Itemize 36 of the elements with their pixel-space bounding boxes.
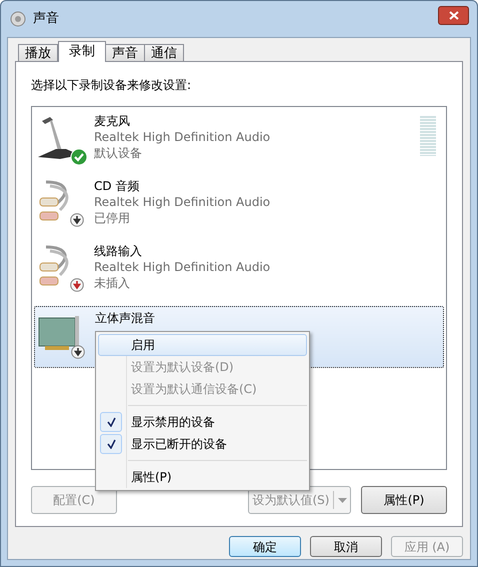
- menu-item[interactable]: 启用: [98, 334, 307, 356]
- tab[interactable]: 录制: [58, 41, 106, 62]
- device-name: CD 音频: [94, 178, 140, 194]
- button[interactable]: 取消: [310, 536, 382, 557]
- device-driver: Realtek High Definition Audio: [94, 129, 270, 145]
- device-status: 默认设备: [94, 145, 143, 161]
- device-status: 已停用: [94, 210, 131, 226]
- dropdown-arrow-icon: [338, 498, 346, 502]
- device-name: 立体声混音: [95, 310, 155, 326]
- down-arrow-badge-icon: [71, 345, 85, 359]
- check-icon: [106, 439, 116, 449]
- tab[interactable]: 通信: [144, 44, 184, 61]
- speaker-icon: [9, 10, 27, 28]
- close-button[interactable]: [438, 6, 469, 24]
- device-name: 麦克风: [94, 113, 131, 129]
- down-arrow-badge-icon: [70, 213, 84, 227]
- window-title: 声音: [33, 10, 59, 28]
- button[interactable]: 属性(P): [361, 486, 447, 514]
- button[interactable]: 确定: [229, 536, 301, 557]
- close-icon: [448, 10, 458, 20]
- device-name: 线路输入: [94, 243, 143, 259]
- device-driver: Realtek High Definition Audio: [94, 259, 270, 275]
- tab[interactable]: 声音: [105, 44, 145, 61]
- tab[interactable]: 播放: [18, 44, 58, 61]
- down-arrow-badge-icon: [70, 278, 84, 292]
- device-driver: Realtek High Definition Audio: [94, 194, 270, 210]
- menu-item[interactable]: 属性(P): [98, 466, 307, 488]
- menu-item[interactable]: 显示禁用的设备: [98, 411, 307, 433]
- check-badge-icon: [70, 148, 88, 166]
- check-icon: [106, 417, 116, 427]
- level-meter: [420, 116, 436, 156]
- menu-item[interactable]: 显示已断开的设备: [98, 433, 307, 455]
- device-status: 未插入: [94, 275, 131, 291]
- device-item[interactable]: 麦克风 Realtek High Definition Audio 默认设备: [34, 110, 444, 174]
- instruction-text: 选择以下录制设备来修改设置:: [31, 77, 192, 94]
- device-item[interactable]: 线路输入 Realtek High Definition Audio 未插入: [34, 240, 444, 304]
